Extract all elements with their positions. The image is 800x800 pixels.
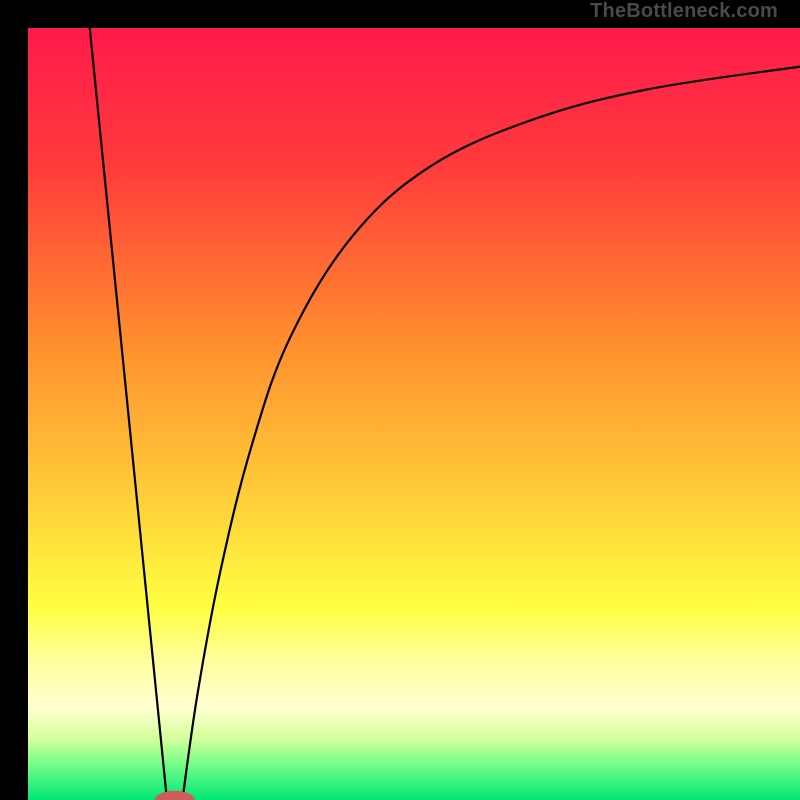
right-curve-path <box>182 67 800 800</box>
bottleneck-marker <box>155 791 195 800</box>
curve-layer <box>28 28 800 800</box>
left-leg-path <box>90 28 167 800</box>
plot-area <box>28 28 800 800</box>
watermark-text: TheBottleneck.com <box>590 0 778 23</box>
chart-frame <box>14 14 786 786</box>
